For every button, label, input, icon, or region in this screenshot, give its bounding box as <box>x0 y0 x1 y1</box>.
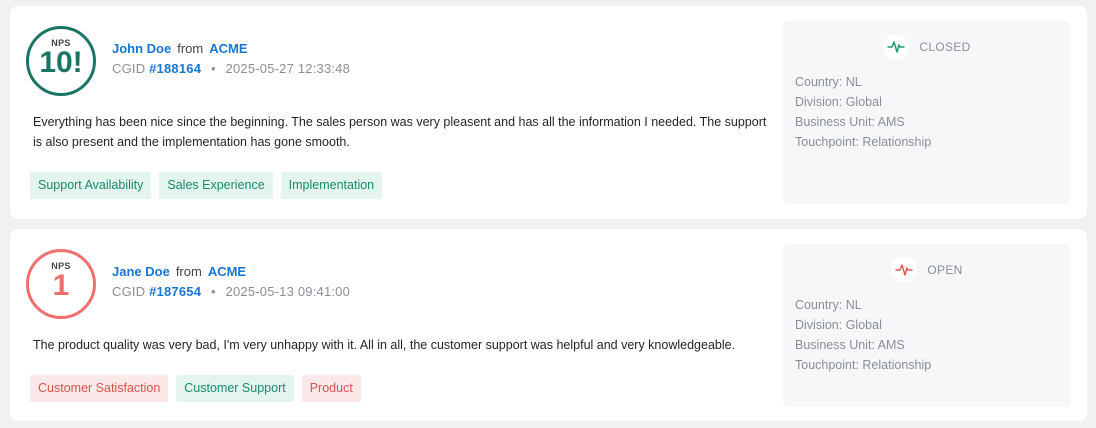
tag[interactable]: Customer Satisfaction <box>30 375 169 402</box>
separator-dot: • <box>210 61 216 76</box>
status-indicator: OPEN <box>783 257 1071 283</box>
tag[interactable]: Sales Experience <box>159 172 273 199</box>
organization-name[interactable]: ACME <box>208 264 246 279</box>
from-label: from <box>175 264 202 279</box>
respondent-line: Jane Doe from ACME <box>112 264 246 279</box>
division: Division: Global <box>795 95 882 109</box>
separator-dot: • <box>210 284 216 299</box>
meta-line: CGID #187654 • 2025-05-13 09:41:00 <box>112 284 350 299</box>
tag[interactable]: Support Availability <box>30 172 152 199</box>
cgid-link[interactable]: #187654 <box>149 284 201 299</box>
respondent-name[interactable]: John Doe <box>112 41 171 56</box>
division: Division: Global <box>795 318 882 332</box>
timestamp: 2025-05-27 12:33:48 <box>225 61 351 76</box>
respondent-name[interactable]: Jane Doe <box>112 264 170 279</box>
touchpoint: Touchpoint: Relationship <box>795 135 932 149</box>
cgid-label: CGID <box>112 61 146 76</box>
feedback-comment: Everything has been nice since the begin… <box>33 115 767 149</box>
organization-name[interactable]: ACME <box>209 41 247 56</box>
tag-list: Support Availability Sales Experience Im… <box>30 172 383 199</box>
pulse-icon <box>891 257 918 283</box>
status-label: OPEN <box>927 263 963 277</box>
feedback-comment: The product quality was very bad, I'm ve… <box>33 338 736 352</box>
cgid-link[interactable]: #188164 <box>149 61 201 76</box>
from-label: from <box>177 41 204 56</box>
status-label: CLOSED <box>919 40 971 54</box>
nps-score: 1 <box>52 269 70 302</box>
tag[interactable]: Product <box>301 375 361 402</box>
business-unit: Business Unit: AMS <box>795 115 905 129</box>
tag-list: Customer Satisfaction Customer Support P… <box>30 375 361 402</box>
pulse-icon <box>883 34 910 60</box>
details-list: Country: NL Division: Global Business Un… <box>795 72 931 152</box>
nps-score: 10! <box>39 46 83 79</box>
cgid-label: CGID <box>112 284 146 299</box>
details-list: Country: NL Division: Global Business Un… <box>795 295 931 375</box>
tag[interactable]: Customer Support <box>176 375 294 402</box>
details-panel: OPEN Country: NL Division: Global Busine… <box>783 244 1071 407</box>
meta-line: CGID #188164 • 2025-05-27 12:33:48 <box>112 61 350 76</box>
details-panel: CLOSED Country: NL Division: Global Busi… <box>783 21 1071 204</box>
nps-score-badge: NPS 10! <box>26 26 96 96</box>
business-unit: Business Unit: AMS <box>795 338 905 352</box>
country: Country: NL <box>795 298 862 312</box>
tag[interactable]: Implementation <box>280 172 383 199</box>
feedback-card: NPS 10! John Doe from ACME CGID #188164 • … <box>10 6 1087 219</box>
feedback-card: NPS 1 Jane Doe from ACME CGID #187654 • 20… <box>10 229 1087 421</box>
country: Country: NL <box>795 75 862 89</box>
nps-score-badge: NPS 1 <box>26 249 96 319</box>
timestamp: 2025-05-13 09:41:00 <box>225 284 351 299</box>
status-indicator: CLOSED <box>783 34 1071 60</box>
respondent-line: John Doe from ACME <box>112 41 248 56</box>
touchpoint: Touchpoint: Relationship <box>795 358 932 372</box>
